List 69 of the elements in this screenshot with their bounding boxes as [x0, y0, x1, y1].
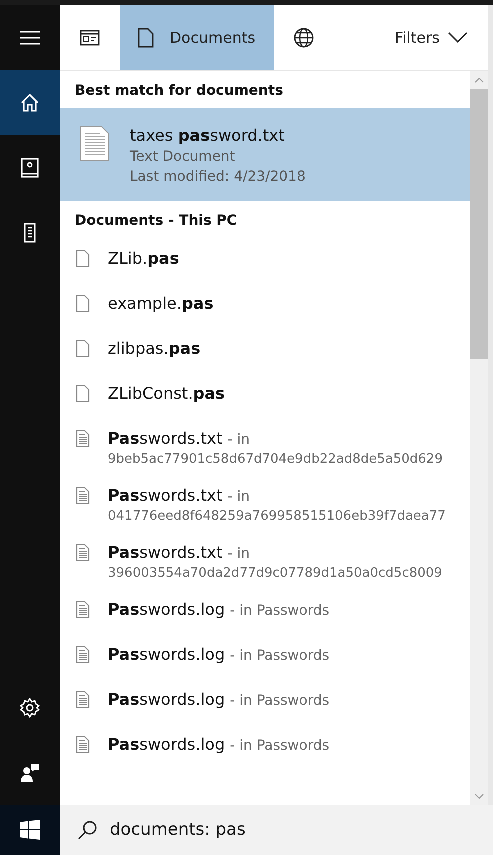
text-file-icon [76, 736, 90, 754]
start-button[interactable] [0, 805, 60, 855]
text-file-icon [76, 646, 90, 664]
text-file-icon [76, 430, 90, 448]
text-file-icon [76, 544, 90, 562]
file-location: - in Passwords [230, 693, 330, 709]
scroll-down-icon [474, 794, 484, 798]
scrollbar[interactable] [470, 71, 488, 805]
file-name: ZLibConst.pas [108, 384, 226, 403]
text-file-icon [76, 487, 90, 505]
file-name: example.pas [108, 294, 214, 313]
text-file-icon [80, 126, 110, 162]
document-result[interactable]: Passwords.log - in Passwords [60, 679, 470, 724]
feedback-icon [20, 762, 40, 782]
folder-path: 9beb5ac77901c58d67d704e9db22ad8de5a50d629 [108, 451, 443, 469]
folder-path: 396003554a70da2d77d9c07789d1a50a0cd5c8009 [108, 565, 442, 583]
file-name: Passwords.txt [108, 543, 223, 562]
document-result[interactable]: ZLib.pas [60, 238, 470, 283]
file-type: Text Document [130, 149, 236, 165]
document-icon [138, 28, 154, 48]
file-location: - in [228, 432, 250, 448]
file-name: zlibpas.pas [108, 339, 201, 358]
section-heading: Documents - This PC [74, 212, 238, 231]
file-name: Passwords.log [108, 600, 226, 619]
file-name: Passwords.txt [108, 486, 223, 505]
globe-icon [294, 28, 314, 48]
document-result[interactable]: Passwords.log - in Passwords [60, 724, 470, 769]
document-result[interactable]: Passwords.log - in Passwords [60, 589, 470, 634]
file-name: ZLib.pas [108, 249, 180, 268]
document-result[interactable]: ZLibConst.pas [60, 373, 470, 418]
document-result[interactable]: example.pas [60, 283, 470, 328]
file-name: Passwords.log [108, 690, 226, 709]
file-location: - in [228, 546, 250, 562]
notebook-icon [21, 158, 39, 178]
search-icon [78, 820, 98, 840]
file-location: - in Passwords [230, 738, 330, 754]
file-icon [76, 295, 90, 313]
file-icon [76, 340, 90, 358]
text-file-icon [76, 691, 90, 709]
file-location: - in Passwords [230, 648, 330, 664]
document-result[interactable]: Passwords.txt - in 041776eed8f648259a769958515106eb39f7daea77 [60, 475, 470, 532]
menu-icon [20, 30, 40, 44]
settings-icon [20, 698, 40, 718]
file-name: Passwords.log [108, 735, 226, 754]
scrollbar-thumb[interactable] [470, 89, 488, 359]
home-icon [21, 94, 39, 112]
tower-icon [24, 222, 36, 242]
scroll-up-icon [474, 78, 484, 82]
file-name: taxes password.txt [130, 126, 286, 145]
home-button[interactable] [0, 70, 60, 135]
document-result[interactable]: Passwords.log - in Passwords [60, 634, 470, 679]
folder-path: 041776eed8f648259a769958515106eb39f7daea77 [108, 508, 446, 526]
windows-logo-icon [20, 820, 40, 840]
file-name: Passwords.log [108, 645, 226, 664]
document-result[interactable]: zlibpas.pas [60, 328, 470, 373]
file-icon [76, 385, 90, 403]
file-location: - in Passwords [230, 603, 330, 619]
window-icon [80, 30, 100, 46]
file-icon [76, 250, 90, 268]
file-location: - in [228, 489, 250, 505]
chevron-down-icon [448, 32, 468, 43]
text-file-icon [76, 601, 90, 619]
best-match-result[interactable]: taxes password.txt Text Document Last modified: 4/23/2018 [60, 108, 470, 201]
section-heading: Best match for documents [74, 82, 284, 101]
modified-date: Last modified: 4/23/2018 [130, 169, 306, 185]
document-result[interactable]: Passwords.txt - in 9beb5ac77901c58d67d704e9db22ad8de5a50d629 [60, 418, 470, 475]
filter-tab[interactable]: Documents [120, 5, 274, 70]
document-result[interactable]: Passwords.txt - in 396003554a70da2d77d9c07789d1a50a0cd5c8009 [60, 532, 470, 589]
file-name: Passwords.txt [108, 429, 223, 448]
